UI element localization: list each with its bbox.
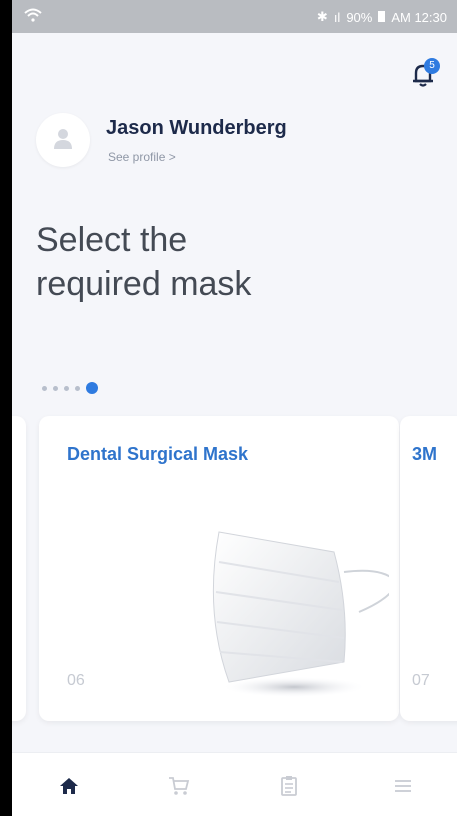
mask-card-number: 06 [67,672,85,689]
pager-dot[interactable] [75,385,80,391]
mask-card[interactable]: Dental Surgical Mask 06 [39,416,399,721]
bottom-navigation [12,752,457,816]
nav-cart[interactable] [166,773,192,799]
page-title-line-1: Select the [36,221,188,259]
pager-dot[interactable] [64,385,69,391]
mask-card-previous[interactable] [12,416,26,721]
mask-card-title: 3M [412,444,438,464]
profile-name: Jason Wunderberg [106,117,287,139]
clipboard-icon [281,776,297,796]
page-title: Select the required mask [36,218,416,306]
nav-orders[interactable] [276,773,302,799]
pager-dot[interactable] [53,385,58,391]
nav-home[interactable] [56,773,82,799]
status-time: AM 12:30 [391,9,447,25]
surgical-mask-image [212,531,389,697]
avatar[interactable] [36,113,90,167]
mask-card-next[interactable]: 3M 07 [400,416,457,721]
battery-icon [378,10,386,25]
pager-dot-active[interactable] [86,382,98,394]
pager-dot[interactable] [42,385,47,391]
mask-card-title: Dental Surgical Mask [67,444,249,464]
wifi-icon [24,8,42,25]
status-bar: ✱ ıl 90% AM 12:30 [12,0,457,33]
user-icon [54,129,72,149]
notification-button[interactable]: 5 [408,58,442,94]
menu-icon [395,780,411,792]
carousel-pager [42,382,98,394]
app-screen: ✱ ıl 90% AM 12:30 5 Jason Wunderberg See… [12,0,457,816]
battery-percent: 90% [346,9,373,25]
mask-card-number: 07 [412,672,430,689]
signal-icon: ıl [333,9,341,25]
cart-icon [169,777,190,795]
status-right: ✱ ıl 90% AM 12:30 [317,9,447,25]
see-profile-link[interactable]: See profile > [108,150,176,164]
bluetooth-icon: ✱ [316,9,328,24]
notification-badge: 5 [424,58,440,74]
page-title-line-2: required mask [36,265,252,303]
home-icon [60,778,78,794]
nav-menu[interactable] [390,773,416,799]
